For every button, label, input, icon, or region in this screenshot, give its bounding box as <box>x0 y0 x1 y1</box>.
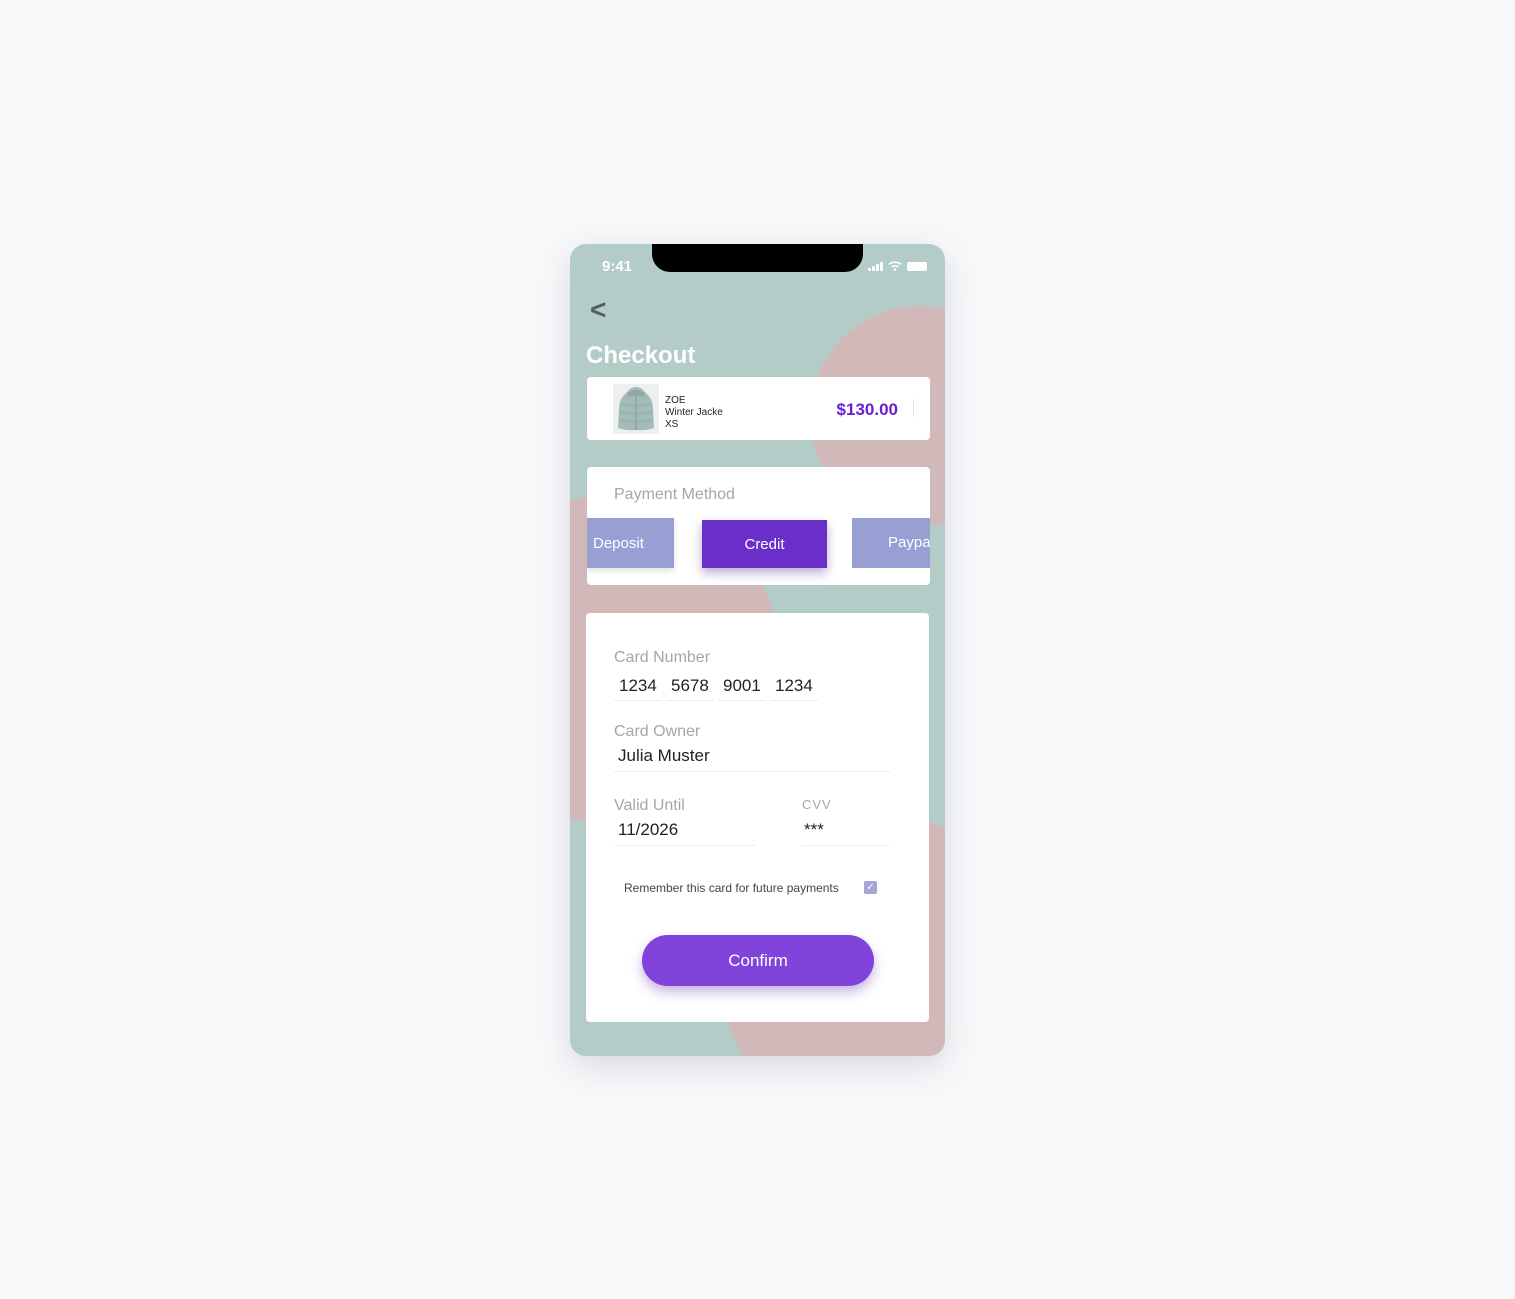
card-number-field: 1234 5678 9001 1234 <box>614 674 818 701</box>
wifi-icon <box>888 261 902 271</box>
valid-until-label: Valid Until <box>614 797 685 814</box>
card-number-segment[interactable]: 9001 <box>718 674 766 701</box>
payment-option-deposit[interactable]: Deposit <box>587 518 674 568</box>
confirm-button[interactable]: Confirm <box>642 935 874 986</box>
battery-icon <box>907 262 927 271</box>
page-title: Checkout <box>586 342 696 369</box>
product-brand: ZOE <box>665 395 686 406</box>
payment-option-paypal[interactable]: Paypa <box>852 518 930 568</box>
card-number-label: Card Number <box>614 649 711 666</box>
card-details-form: Card Number 1234 5678 9001 1234 Card Own… <box>586 613 929 1022</box>
product-size: XS <box>665 419 679 430</box>
cvv-field[interactable]: *** <box>802 818 890 846</box>
remember-card-label: Remember this card for future payments <box>624 881 839 895</box>
divider <box>913 399 914 417</box>
phone-screen: 9:41 < Checkout ZOE Winter Jacke XS $130… <box>570 244 945 1056</box>
card-owner-label: Card Owner <box>614 723 701 740</box>
card-number-segment[interactable]: 1234 <box>770 674 818 701</box>
signal-icon <box>868 261 883 271</box>
card-number-segment[interactable]: 1234 <box>614 674 662 701</box>
payment-method-card: Payment Method Deposit Credit Paypa <box>587 467 930 585</box>
status-icons <box>868 261 927 271</box>
card-number-segment[interactable]: 5678 <box>666 674 714 701</box>
cvv-label: CVV <box>802 797 832 812</box>
remember-card-checkbox[interactable]: ✓ <box>864 881 877 894</box>
product-price: $130.00 <box>836 400 898 419</box>
jacket-icon <box>613 384 659 434</box>
product-info: ZOE Winter Jacke XS <box>665 395 723 431</box>
device-notch <box>652 244 863 272</box>
back-button[interactable]: < <box>590 296 606 324</box>
card-owner-field[interactable]: Julia Muster <box>614 744 890 772</box>
product-card[interactable]: ZOE Winter Jacke XS $130.00 <box>587 377 930 440</box>
product-name: Winter Jacke <box>665 407 723 418</box>
status-time: 9:41 <box>602 258 633 275</box>
valid-until-field[interactable]: 11/2026 <box>614 818 755 846</box>
payment-method-label: Payment Method <box>614 486 735 503</box>
payment-option-credit[interactable]: Credit <box>702 520 827 568</box>
